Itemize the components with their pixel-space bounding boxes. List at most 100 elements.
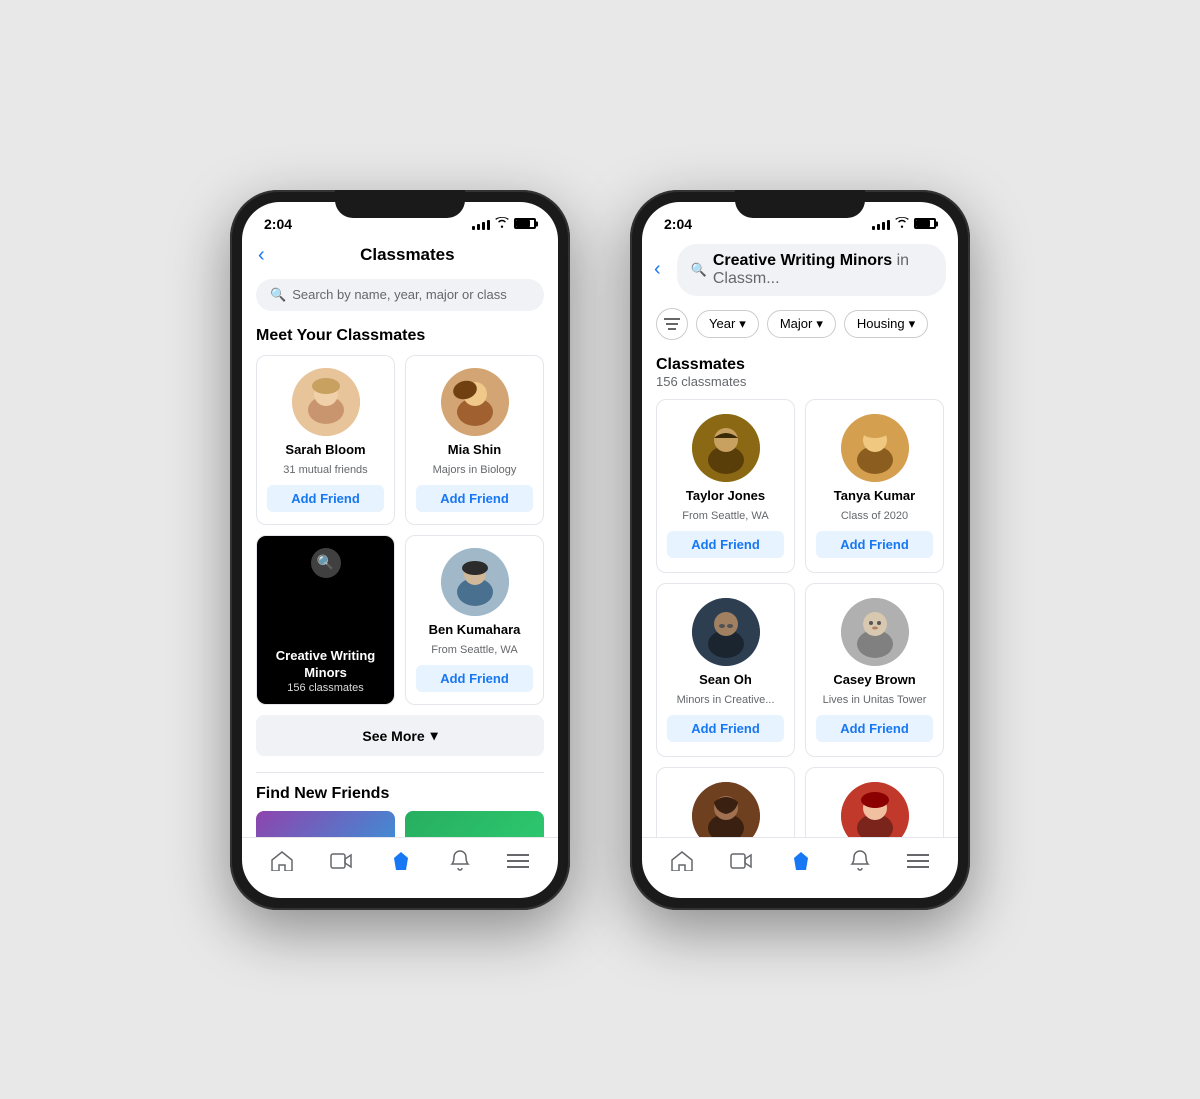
nav-header-2: ‹ 🔍 Creative Writing Minors in Classm... — [642, 236, 958, 302]
filter-major[interactable]: Major ▾ — [767, 310, 836, 338]
filter-icon-button[interactable] — [656, 308, 688, 340]
filter-major-chevron: ▾ — [816, 316, 823, 332]
find-new-friends-title: Find New Friends — [256, 785, 544, 811]
menu-icon-1 — [507, 852, 529, 875]
see-more-button[interactable]: See More ▾ — [256, 715, 544, 756]
nav-video-1[interactable] — [320, 848, 362, 880]
avatar-sarah — [292, 368, 360, 436]
classmates-header: Classmates 156 classmates — [642, 350, 958, 399]
bottom-nav-1 — [242, 837, 558, 898]
page-title-1: Classmates — [273, 245, 542, 265]
search-icon-1: 🔍 — [270, 287, 286, 303]
add-friend-button-sean[interactable]: Add Friend — [667, 715, 784, 742]
nav-home-2[interactable] — [661, 847, 703, 881]
card-casey-brown[interactable]: Casey Brown Lives in Unitas Tower Add Fr… — [805, 583, 944, 757]
back-button-2[interactable]: ‹ — [654, 258, 661, 281]
notch-2 — [735, 190, 865, 218]
filter-year-label: Year — [709, 316, 735, 331]
meet-classmates-title: Meet Your Classmates — [256, 327, 544, 345]
card-taylor-jones[interactable]: Taylor Jones From Seattle, WA Add Friend — [656, 399, 795, 573]
filter-year[interactable]: Year ▾ — [696, 310, 759, 338]
video-icon-2 — [730, 852, 752, 876]
card-creative-writing[interactable]: 🔍 Creative Writing Minors 156 classmates — [256, 535, 395, 705]
phone-2: 2:04 ‹ 🔍 — [630, 190, 970, 910]
search-bar-2[interactable]: 🔍 Creative Writing Minors in Classm... — [677, 244, 946, 296]
notch-1 — [335, 190, 465, 218]
card-noah-green[interactable]: Noah Green From Seattle, WA Add Friend — [656, 767, 795, 836]
add-friend-button-ben[interactable]: Add Friend — [416, 665, 533, 692]
card-sub-taylor: From Seattle, WA — [682, 509, 768, 523]
add-friend-button-casey[interactable]: Add Friend — [816, 715, 933, 742]
time-1: 2:04 — [264, 216, 292, 232]
filter-row: Year ▾ Major ▾ Housing ▾ — [642, 302, 958, 350]
search-bar-1[interactable]: 🔍 Search by name, year, major or class — [256, 279, 544, 311]
see-more-chevron: ▾ — [431, 727, 438, 744]
card-name-taylor: Taylor Jones — [686, 488, 765, 503]
screen-2: 2:04 ‹ 🔍 — [642, 202, 958, 898]
back-button-1[interactable]: ‹ — [258, 244, 265, 267]
avatar-taylor — [692, 414, 760, 482]
filter-housing-chevron: ▾ — [909, 316, 916, 332]
filter-housing[interactable]: Housing ▾ — [844, 310, 928, 338]
wifi-icon-1 — [495, 217, 509, 231]
wifi-icon-2 — [895, 217, 909, 231]
add-friend-button-mia[interactable]: Add Friend — [416, 485, 533, 512]
phone2-grid: Taylor Jones From Seattle, WA Add Friend — [642, 399, 958, 837]
card-tanya-kumar[interactable]: Tanya Kumar Class of 2020 Add Friend — [805, 399, 944, 573]
card-sarah-bloom[interactable]: Sarah Bloom 31 mutual friends Add Friend — [256, 355, 395, 525]
time-2: 2:04 — [664, 216, 692, 232]
main-scroll-1[interactable]: Meet Your Classmates Sarah Bloom 31 mut — [242, 321, 558, 837]
divider-1 — [256, 772, 544, 773]
video-icon-1 — [330, 852, 352, 876]
phone-1: 2:04 ‹ Classmates — [230, 190, 570, 910]
card-name-ben: Ben Kumahara — [429, 622, 521, 637]
nav-menu-1[interactable] — [497, 848, 539, 879]
card-sean-oh[interactable]: Sean Oh Minors in Creative... Add Friend — [656, 583, 795, 757]
add-friend-button-sarah[interactable]: Add Friend — [267, 485, 384, 512]
filter-year-chevron: ▾ — [739, 316, 746, 332]
nav-classmates-2[interactable] — [780, 846, 822, 882]
card-sub-sean: Minors in Creative... — [677, 693, 775, 707]
card-ben-kumahara[interactable]: Ben Kumahara From Seattle, WA Add Friend — [405, 535, 544, 705]
find-card-2[interactable] — [405, 811, 544, 836]
classmates-icon-2 — [790, 850, 812, 878]
nav-menu-2[interactable] — [897, 848, 939, 879]
search-text-active: Creative Writing Minors in Classm... — [713, 252, 932, 288]
creative-writing-count: 156 classmates — [267, 682, 384, 694]
card-name-mia: Mia Shin — [448, 442, 501, 457]
avatar-casey — [841, 598, 909, 666]
filter-major-label: Major — [780, 316, 813, 331]
card-name-tanya: Tanya Kumar — [834, 488, 915, 503]
nav-video-2[interactable] — [720, 848, 762, 880]
status-icons-2 — [872, 217, 936, 231]
nav-bell-1[interactable] — [440, 846, 480, 882]
signal-icon-2 — [872, 218, 890, 230]
add-friend-button-taylor[interactable]: Add Friend — [667, 531, 784, 558]
card-sub-sarah: 31 mutual friends — [283, 463, 367, 477]
home-icon-2 — [671, 851, 693, 877]
add-friend-button-tanya[interactable]: Add Friend — [816, 531, 933, 558]
find-card-1[interactable] — [256, 811, 395, 836]
card-mia-shin[interactable]: Mia Shin Majors in Biology Add Friend — [405, 355, 544, 525]
classmates-count: 156 classmates — [656, 374, 944, 389]
nav-classmates-1[interactable] — [380, 846, 422, 882]
cards-grid-1: Sarah Bloom 31 mutual friends Add Friend — [256, 355, 544, 525]
home-icon-1 — [271, 851, 293, 877]
nav-bell-2[interactable] — [840, 846, 880, 882]
cards-grid-2: 🔍 Creative Writing Minors 156 classmates — [256, 535, 544, 705]
filter-housing-label: Housing — [857, 316, 905, 331]
creative-writing-name: Creative Writing Minors — [267, 648, 384, 682]
search-placeholder-1: Search by name, year, major or class — [292, 287, 507, 302]
card-name-sean: Sean Oh — [699, 672, 752, 687]
card-sub-tanya: Class of 2020 — [841, 509, 908, 523]
avatar-noah — [692, 782, 760, 836]
creative-search-icon: 🔍 — [317, 554, 334, 571]
nav-header-1: ‹ Classmates — [242, 236, 558, 273]
nav-home-1[interactable] — [261, 847, 303, 881]
card-alice-rissler[interactable]: Alice Rissler Class of 2024 Add Friend — [805, 767, 944, 836]
card-name-sarah: Sarah Bloom — [285, 442, 365, 457]
avatar-alice — [841, 782, 909, 836]
menu-icon-2 — [907, 852, 929, 875]
phone2-scroll[interactable]: Taylor Jones From Seattle, WA Add Friend — [642, 399, 958, 837]
status-icons-1 — [472, 217, 536, 231]
